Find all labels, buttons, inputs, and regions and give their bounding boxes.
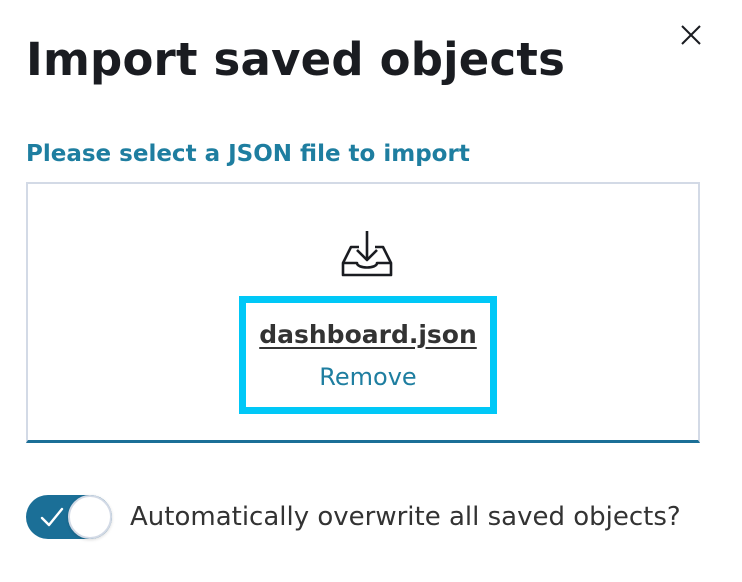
selected-file-highlight: dashboard.json Remove [239,296,497,414]
switch-knob [68,495,112,539]
selected-file-name: dashboard.json [259,320,477,349]
overwrite-toggle-label[interactable]: Automatically overwrite all saved object… [130,500,681,534]
check-icon [40,507,64,527]
overwrite-toggle-row: Automatically overwrite all saved object… [26,495,681,539]
file-dropzone[interactable]: dashboard.json Remove [26,182,700,443]
upload-tray-icon [341,231,393,277]
overwrite-switch[interactable] [26,495,112,539]
import-flyout: Import saved objects Please select a JSO… [0,0,742,582]
close-button[interactable] [676,20,706,50]
close-icon [681,25,701,45]
remove-file-button[interactable]: Remove [319,362,416,392]
flyout-title: Import saved objects [26,33,566,86]
file-picker-label: Please select a JSON file to import [26,141,470,167]
